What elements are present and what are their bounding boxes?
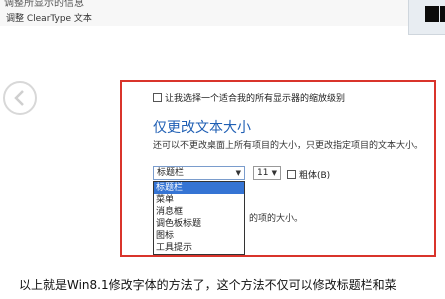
bold-checkbox-row: 粗体(B) (287, 168, 330, 181)
item-size-partial-text: 的项的大小。 (249, 214, 304, 224)
dropdown-option[interactable]: 图标 (154, 230, 244, 242)
bold-checkbox-label: 粗体(B) (299, 171, 331, 181)
item-select-value: 标题栏 (157, 168, 185, 178)
item-select[interactable]: 标题栏 ▼ (153, 166, 245, 180)
thumbnail-block (425, 6, 439, 22)
thumbnail-block (440, 6, 445, 22)
scale-checkbox[interactable] (153, 93, 162, 102)
dropdown-option[interactable]: 消息框 (154, 206, 244, 218)
scale-checkbox-label: 让我选择一个适合我的所有显示器的缩放级别 (165, 94, 346, 104)
change-text-size-heading: 仅更改文本大小 (153, 120, 251, 136)
size-select[interactable]: 11 ▼ (253, 166, 281, 180)
scale-checkbox-row: 让我选择一个适合我的所有显示器的缩放级别 (153, 91, 345, 104)
change-text-size-description: 还可以不更改桌面上所有项目的大小，只更改指定项目的文本大小。 (153, 141, 424, 151)
truncated-setting-text: 调整所显示的信息 (4, 0, 84, 9)
text-size-panel: 让我选择一个适合我的所有显示器的缩放级别 仅更改文本大小 还可以不更改桌面上所有… (120, 80, 436, 257)
dropdown-option[interactable]: 标题栏 (154, 182, 244, 194)
cleartype-link[interactable]: 调整 ClearType 文本 (6, 11, 92, 24)
size-select-value: 11 (257, 168, 269, 178)
preview-thumbnail (408, 0, 445, 35)
bold-checkbox[interactable] (287, 170, 296, 179)
dropdown-option[interactable]: 工具提示 (154, 242, 244, 254)
back-button[interactable] (3, 81, 37, 115)
chevron-left-icon (14, 90, 24, 106)
dropdown-option[interactable]: 调色板标题 (154, 218, 244, 230)
chevron-down-icon: ▼ (235, 169, 241, 177)
dropdown-option[interactable]: 菜单 (154, 194, 244, 206)
item-dropdown-list: 标题栏 菜单 消息框 调色板标题 图标 工具提示 (153, 181, 245, 255)
chevron-down-icon: ▼ (271, 169, 277, 177)
article-caption: 以上就是Win8.1修改字体的方法了，这个方法不仅可以修改标题栏和菜 (19, 278, 397, 292)
